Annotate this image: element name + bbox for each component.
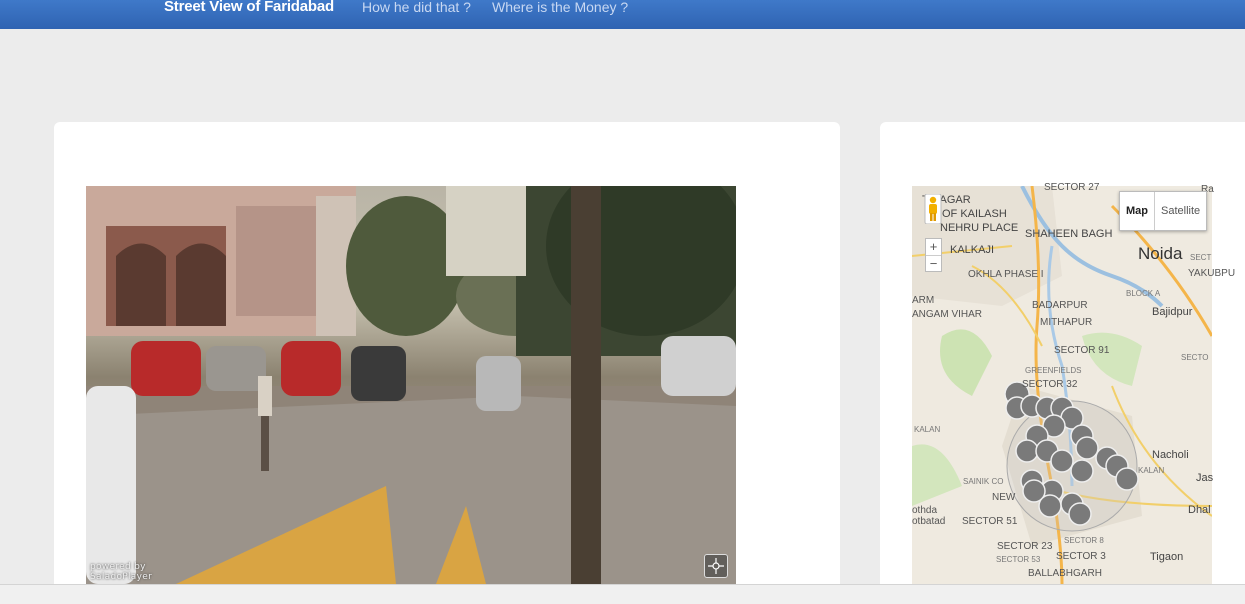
map-label: YAKUBPU	[1188, 268, 1236, 279]
map-label: SECTOR 32	[1022, 379, 1078, 390]
map-label: SECTOR 8	[1064, 536, 1104, 545]
street-view-pegman-icon[interactable]	[924, 193, 942, 225]
map-label: otbatad	[912, 516, 946, 527]
map-label: SECT	[1190, 253, 1212, 262]
map-label: OKHLA PHASE I	[968, 269, 1044, 280]
map-label: NEW	[992, 492, 1016, 503]
panorama-image	[86, 186, 736, 584]
map-label: Bajidpur	[1152, 306, 1193, 318]
panorama-viewer[interactable]: powered by SaladoPlayer	[86, 186, 736, 584]
brand-link[interactable]: Street View of Faridabad	[164, 0, 334, 15]
zoom-in-button[interactable]: +	[926, 239, 941, 255]
map-label: Noida	[1138, 244, 1183, 263]
fullscreen-button[interactable]	[704, 554, 728, 578]
map-type-map-button[interactable]: Map	[1120, 192, 1154, 230]
map-label: SECTOR 91	[1054, 345, 1110, 356]
map-label: KALAN	[914, 425, 941, 434]
map-label: SECTOR 23	[997, 541, 1053, 552]
map-label: Tigaon	[1150, 551, 1184, 563]
map-label: ARM	[912, 295, 935, 306]
map-label: BALLABHGARH	[1028, 568, 1102, 579]
powered-by-text: powered by	[90, 562, 146, 572]
bottom-status-bar	[0, 584, 1245, 604]
map-label: BADARPUR	[1032, 300, 1088, 311]
map-type-control: Map Satellite	[1119, 191, 1208, 231]
map-label: ANGAM VIHAR	[912, 309, 983, 320]
map-label: SECTOR 27	[1044, 182, 1100, 193]
map-label: KALAN	[1138, 466, 1165, 475]
map-label: SECTOR 51	[962, 516, 1018, 527]
map-label: Jas	[1196, 472, 1214, 484]
map-zoom-control: + −	[925, 238, 942, 272]
map-label: NEHRU PLACE	[940, 222, 1019, 234]
map-label: SECTOR 3	[1056, 551, 1106, 562]
map-label: MITHAPUR	[1040, 317, 1093, 328]
map-type-satellite-button[interactable]: Satellite	[1154, 192, 1206, 230]
map-label: KALKAJI	[950, 244, 995, 256]
map-label: SECTO	[1181, 353, 1209, 362]
nav-link-how[interactable]: How he did that ?	[362, 0, 471, 15]
zoom-out-button[interactable]: −	[926, 255, 941, 272]
powered-by-credit: powered by SaladoPlayer	[90, 562, 152, 582]
fullscreen-icon	[708, 558, 724, 574]
map-label: SECTOR 53	[996, 555, 1041, 564]
map-label: othda	[912, 505, 938, 516]
map-label: BLOCK A	[1126, 289, 1161, 298]
player-name: SaladoPlayer	[90, 572, 153, 582]
map-label: Dhal	[1188, 504, 1211, 516]
nav-link-money[interactable]: Where is the Money ?	[492, 0, 628, 15]
map-label: GREENFIELDS	[1025, 366, 1082, 375]
map-label: SHAHEEN BAGH	[1025, 228, 1113, 240]
map-label: Nacholi	[1152, 449, 1189, 461]
map-label: SAINIK CO	[963, 477, 1004, 486]
top-navbar: Street View of Faridabad How he did that…	[0, 0, 1245, 29]
map-label: OF KAILASH	[942, 208, 1007, 220]
